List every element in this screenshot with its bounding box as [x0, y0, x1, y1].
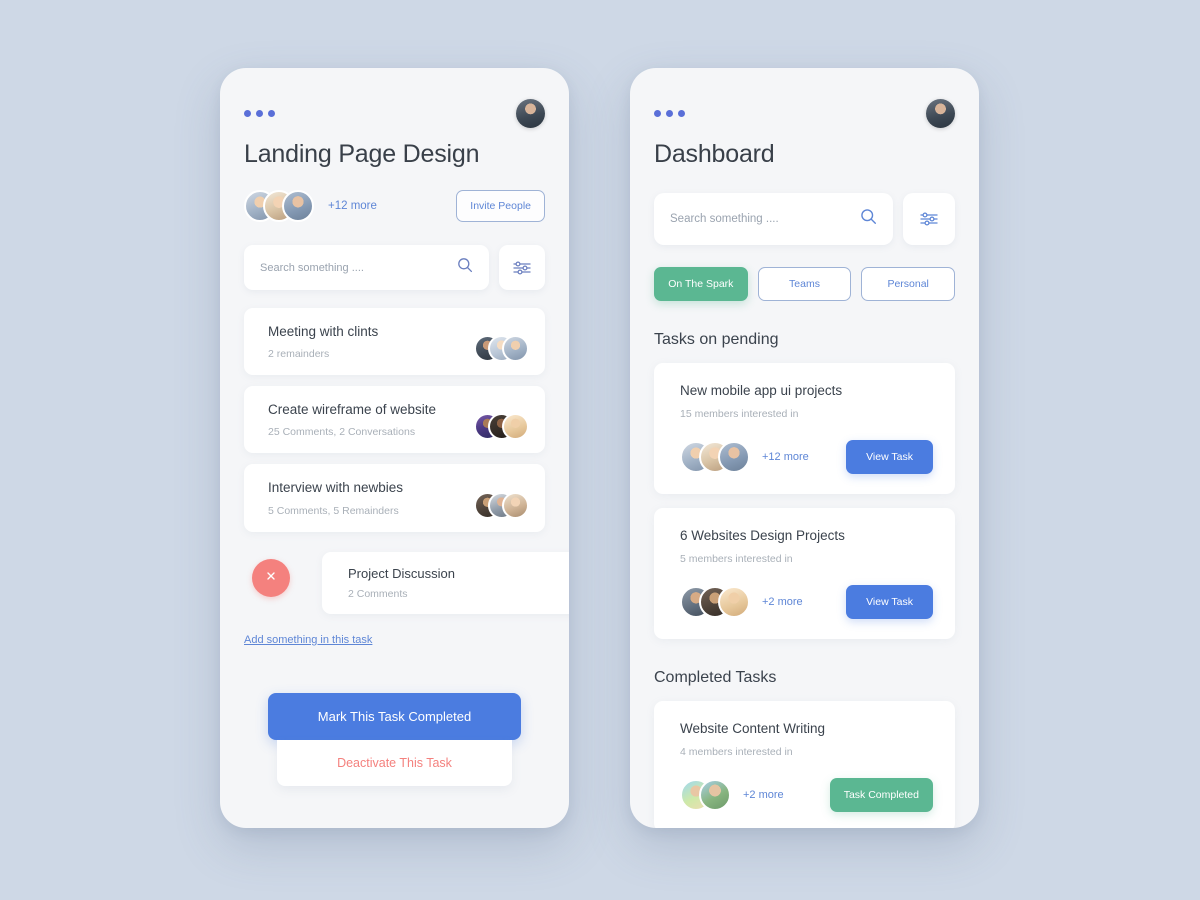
card-avatar-stack: [680, 779, 731, 811]
swiped-task-row: Project Discussion 2 Comments: [244, 551, 569, 615]
search-icon[interactable]: [860, 208, 877, 230]
card-subtitle: 4 members interested in: [680, 746, 793, 758]
right-topbar: [654, 68, 955, 130]
completed-task-card[interactable]: Website Content Writing 4 members intere…: [654, 701, 955, 828]
task-avatar-stack: [474, 413, 529, 441]
card-avatar-stack: [680, 441, 750, 473]
card-footer: +12 more View Task: [680, 440, 933, 474]
search-input[interactable]: [670, 213, 860, 225]
task-row[interactable]: Meeting with clints 2 remainders: [244, 308, 545, 376]
member-row: +12 more Invite People: [244, 189, 545, 223]
search-box[interactable]: [654, 193, 893, 245]
right-search-row: [654, 193, 955, 245]
page-title: Dashboard: [654, 140, 775, 168]
filter-sliders-icon[interactable]: [903, 193, 955, 245]
left-screen: Landing Page Design +12 more Invite Peop…: [220, 68, 569, 828]
user-avatar[interactable]: [926, 98, 955, 128]
card-footer: +2 more Task Completed: [680, 778, 933, 812]
avatar: [282, 190, 314, 222]
phone-right-dashboard: Dashboard Search something .... On The S…: [630, 68, 979, 828]
filter-sliders-icon[interactable]: [499, 245, 545, 290]
page-title: Landing Page Design: [244, 140, 480, 168]
avatar: [502, 491, 529, 519]
filter-tab-row: On The Spark Teams Personal: [654, 267, 956, 301]
avatar: [718, 586, 750, 618]
card-more-link[interactable]: +2 more: [762, 596, 803, 608]
user-avatar[interactable]: [516, 98, 545, 128]
phone-left-task-detail: Landing Page Design +12 more Invite Peop…: [220, 68, 569, 828]
task-list: Meeting with clints 2 remainders Create …: [244, 308, 545, 532]
canvas: Landing Page Design +12 more Invite Peop…: [0, 0, 1200, 900]
left-topbar: [244, 68, 545, 130]
section-title-pending: Tasks on pending: [654, 331, 779, 348]
task-avatar-stack: [474, 335, 529, 363]
card-more-link[interactable]: +2 more: [743, 789, 784, 801]
card-title: Website Content Writing: [680, 721, 826, 736]
tab-teams[interactable]: Teams: [757, 267, 852, 301]
member-avatar-stack[interactable]: [244, 190, 314, 222]
task-subtitle: 2 Comments: [348, 588, 408, 601]
delete-task-button[interactable]: [252, 558, 290, 597]
task-avatar-stack: [474, 491, 529, 519]
view-task-button[interactable]: View Task: [846, 440, 933, 474]
close-icon: [265, 569, 277, 587]
tab-on-the-spark[interactable]: On The Spark: [654, 267, 748, 301]
pending-task-card[interactable]: New mobile app ui projects 15 members in…: [654, 363, 955, 494]
task-title: Project Discussion: [348, 565, 455, 581]
left-search-row: [244, 245, 545, 290]
card-more-link[interactable]: +12 more: [762, 451, 809, 463]
invite-people-button[interactable]: Invite People: [456, 190, 545, 222]
dashboard-content: Tasks on pending New mobile app ui proje…: [654, 331, 955, 828]
section-title-completed: Completed Tasks: [654, 669, 777, 686]
task-completed-badge[interactable]: Task Completed: [829, 778, 933, 812]
search-box[interactable]: [244, 245, 489, 290]
avatar: [718, 441, 750, 473]
deactivate-task-button[interactable]: Deactivate This Task: [276, 740, 513, 786]
task-row[interactable]: Interview with newbies 5 Comments, 5 Rem…: [244, 464, 545, 532]
search-icon[interactable]: [457, 257, 473, 278]
mark-completed-button[interactable]: Mark This Task Completed: [268, 693, 521, 740]
card-footer: +2 more View Task: [680, 585, 933, 619]
more-dots-icon[interactable]: [244, 109, 275, 117]
view-task-button[interactable]: View Task: [846, 585, 933, 619]
avatar: [502, 335, 529, 363]
card-title: New mobile app ui projects: [680, 383, 843, 398]
task-row[interactable]: Project Discussion 2 Comments: [322, 551, 569, 615]
card-subtitle: 5 members interested in: [680, 553, 793, 565]
card-title: 6 Websites Design Projects: [680, 528, 845, 543]
members-more-link[interactable]: +12 more: [328, 200, 377, 212]
search-input[interactable]: [260, 261, 457, 274]
card-subtitle: 15 members interested in: [680, 408, 799, 420]
task-row[interactable]: Create wireframe of website 25 Comments,…: [244, 386, 545, 454]
avatar: [502, 413, 529, 441]
add-something-link[interactable]: Add something in this task: [244, 634, 372, 646]
bottom-actions: Mark This Task Completed Deactivate This…: [268, 693, 521, 786]
card-avatar-stack: [680, 586, 750, 618]
avatar: [699, 779, 731, 811]
pending-task-card[interactable]: 6 Websites Design Projects 5 members int…: [654, 508, 955, 639]
tab-personal[interactable]: Personal: [861, 267, 956, 301]
more-dots-icon[interactable]: [654, 109, 685, 117]
right-screen: Dashboard Search something .... On The S…: [630, 68, 979, 828]
